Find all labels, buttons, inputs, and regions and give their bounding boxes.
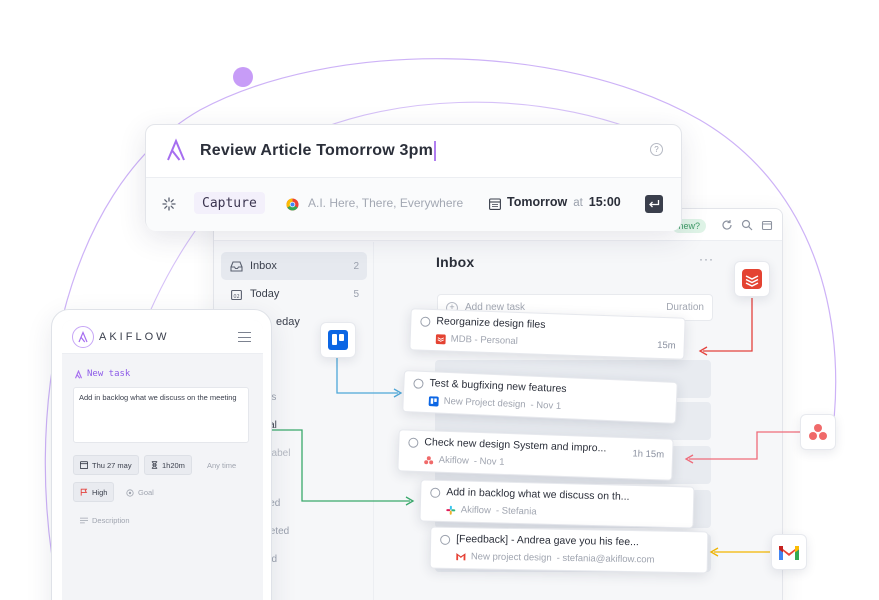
task-checkbox[interactable] xyxy=(430,487,441,498)
trello-icon xyxy=(328,330,348,350)
mobile-date-chip[interactable]: Thu 27 may xyxy=(73,455,139,475)
sidebar-item-count: 5 xyxy=(353,288,359,300)
mobile-duration-chip[interactable]: 1h20m xyxy=(144,455,192,475)
task-title: [Feedback] - Andrea gave you his fee... xyxy=(456,533,639,549)
enter-icon[interactable] xyxy=(645,195,663,213)
capture-date[interactable]: Tomorrow at 15:00 xyxy=(507,195,621,209)
inbox-icon xyxy=(229,259,243,273)
sidebar-item-label: eday xyxy=(276,316,300,328)
slack-icon xyxy=(446,505,456,515)
mobile-goal[interactable]: Goal xyxy=(126,488,154,497)
capture-input[interactable]: Review Article Tomorrow 3pm xyxy=(200,141,437,161)
page-title: Inbox xyxy=(436,254,475,270)
todoist-icon xyxy=(435,333,446,344)
asana-icon xyxy=(809,424,827,440)
loading-icon xyxy=(162,197,176,211)
trello-badge xyxy=(320,322,356,358)
capture-bar: Review Article Tomorrow 3pm ? Capture A.… xyxy=(145,124,682,231)
sync-icon[interactable] xyxy=(720,218,734,232)
duration-label: Duration xyxy=(666,302,704,313)
task-source: New project design xyxy=(470,551,552,564)
task-title: Add in backlog what we discuss on th... xyxy=(446,486,630,503)
capture-mode-chip[interactable]: Capture xyxy=(194,192,265,214)
task-date: - Nov 1 xyxy=(530,399,562,412)
task-source: Akiflow xyxy=(438,454,470,467)
mobile-description[interactable]: Description xyxy=(80,516,130,525)
hamburger-icon[interactable] xyxy=(238,332,251,342)
calendar-icon[interactable] xyxy=(760,218,774,232)
capture-input-text: Review Article Tomorrow 3pm xyxy=(200,142,434,159)
text-caret xyxy=(434,141,437,161)
capture-hint: A.I. Here, There, Everywhere xyxy=(308,196,464,210)
task-date: - Stefania xyxy=(495,505,537,518)
task-checkbox[interactable] xyxy=(420,316,431,327)
gmail-badge xyxy=(771,534,807,570)
akiflow-logo-icon xyxy=(72,326,94,348)
flag-icon xyxy=(80,488,88,496)
calendar-icon xyxy=(489,198,501,210)
task-card[interactable]: Add in backlog what we discuss on th... … xyxy=(419,479,695,529)
search-icon[interactable] xyxy=(740,218,754,232)
task-duration: 15m xyxy=(656,339,676,352)
task-meta: New Project design - Nov 1 xyxy=(428,395,561,412)
sidebar-item-inbox[interactable]: Inbox 2 xyxy=(221,252,367,280)
gmail-icon xyxy=(456,552,466,562)
chrome-icon xyxy=(286,198,299,211)
mobile-phone: AKIFLOW New task Add in backlog what we … xyxy=(51,309,272,600)
more-icon[interactable]: ··· xyxy=(699,252,714,266)
task-title: Check new design System and impro... xyxy=(424,436,607,455)
task-date: - Nov 1 xyxy=(473,455,505,468)
akiflow-logo-icon xyxy=(74,369,83,379)
task-checkbox[interactable] xyxy=(408,437,419,448)
stage: new? Inbox 2 02 Today 5 eday Label plete… xyxy=(0,0,879,600)
task-checkbox[interactable] xyxy=(440,534,451,545)
mobile-anytime[interactable]: Any time xyxy=(207,461,236,470)
mobile-brand: AKIFLOW xyxy=(99,331,170,343)
mobile-priority-chip[interactable]: High xyxy=(73,482,115,502)
sidebar-item-label: Inbox xyxy=(250,260,277,272)
today-icon: 02 xyxy=(229,287,243,301)
capture-options-row: Capture A.I. Here, There, Everywhere Tom… xyxy=(146,178,681,231)
sidebar-item-today[interactable]: 02 Today 5 xyxy=(221,280,367,308)
calendar-icon xyxy=(80,461,88,469)
task-source: New Project design xyxy=(443,395,526,411)
hourglass-icon xyxy=(151,461,158,469)
svg-text:02: 02 xyxy=(233,293,239,299)
asana-badge xyxy=(800,414,836,450)
task-meta: Akiflow - Nov 1 xyxy=(424,454,505,468)
trello-icon xyxy=(428,395,439,406)
task-checkbox[interactable] xyxy=(413,378,424,389)
help-icon[interactable]: ? xyxy=(650,143,663,156)
sidebar-item-label: Today xyxy=(250,288,280,300)
task-duration: 1h 15m xyxy=(632,448,665,461)
task-title: Test & bugfixing new features xyxy=(429,377,567,396)
new-task-label: New task xyxy=(74,369,130,379)
akiflow-logo-icon xyxy=(167,138,185,161)
gmail-icon xyxy=(779,545,799,560)
task-source: Akiflow xyxy=(460,504,492,517)
task-title: Reorganize design files xyxy=(436,315,546,331)
date-label: Tomorrow xyxy=(507,195,568,209)
task-meta: New project design - stefania@akiflow.co… xyxy=(456,551,655,565)
todoist-badge xyxy=(734,261,770,297)
task-card[interactable]: [Feedback] - Andrea gave you his fee... … xyxy=(429,526,709,574)
mobile-header: AKIFLOW xyxy=(62,320,263,354)
todoist-icon xyxy=(742,269,762,289)
mobile-screen: AKIFLOW New task Add in backlog what we … xyxy=(62,320,263,600)
task-source: MDB - Personal xyxy=(450,333,518,347)
task-date: - stefania@akiflow.com xyxy=(556,552,655,566)
asana-icon xyxy=(424,455,434,465)
mobile-task-textarea[interactable]: Add in backlog what we discuss on the me… xyxy=(73,387,249,443)
orbit-dot xyxy=(233,67,253,87)
description-icon xyxy=(80,517,88,524)
sidebar-item-count: 2 xyxy=(353,260,359,272)
time-label: 15:00 xyxy=(588,195,621,209)
task-meta: MDB - Personal xyxy=(435,333,518,347)
task-meta: Akiflow - Stefania xyxy=(446,504,537,517)
target-icon xyxy=(126,488,134,497)
at-label: at xyxy=(573,197,583,209)
